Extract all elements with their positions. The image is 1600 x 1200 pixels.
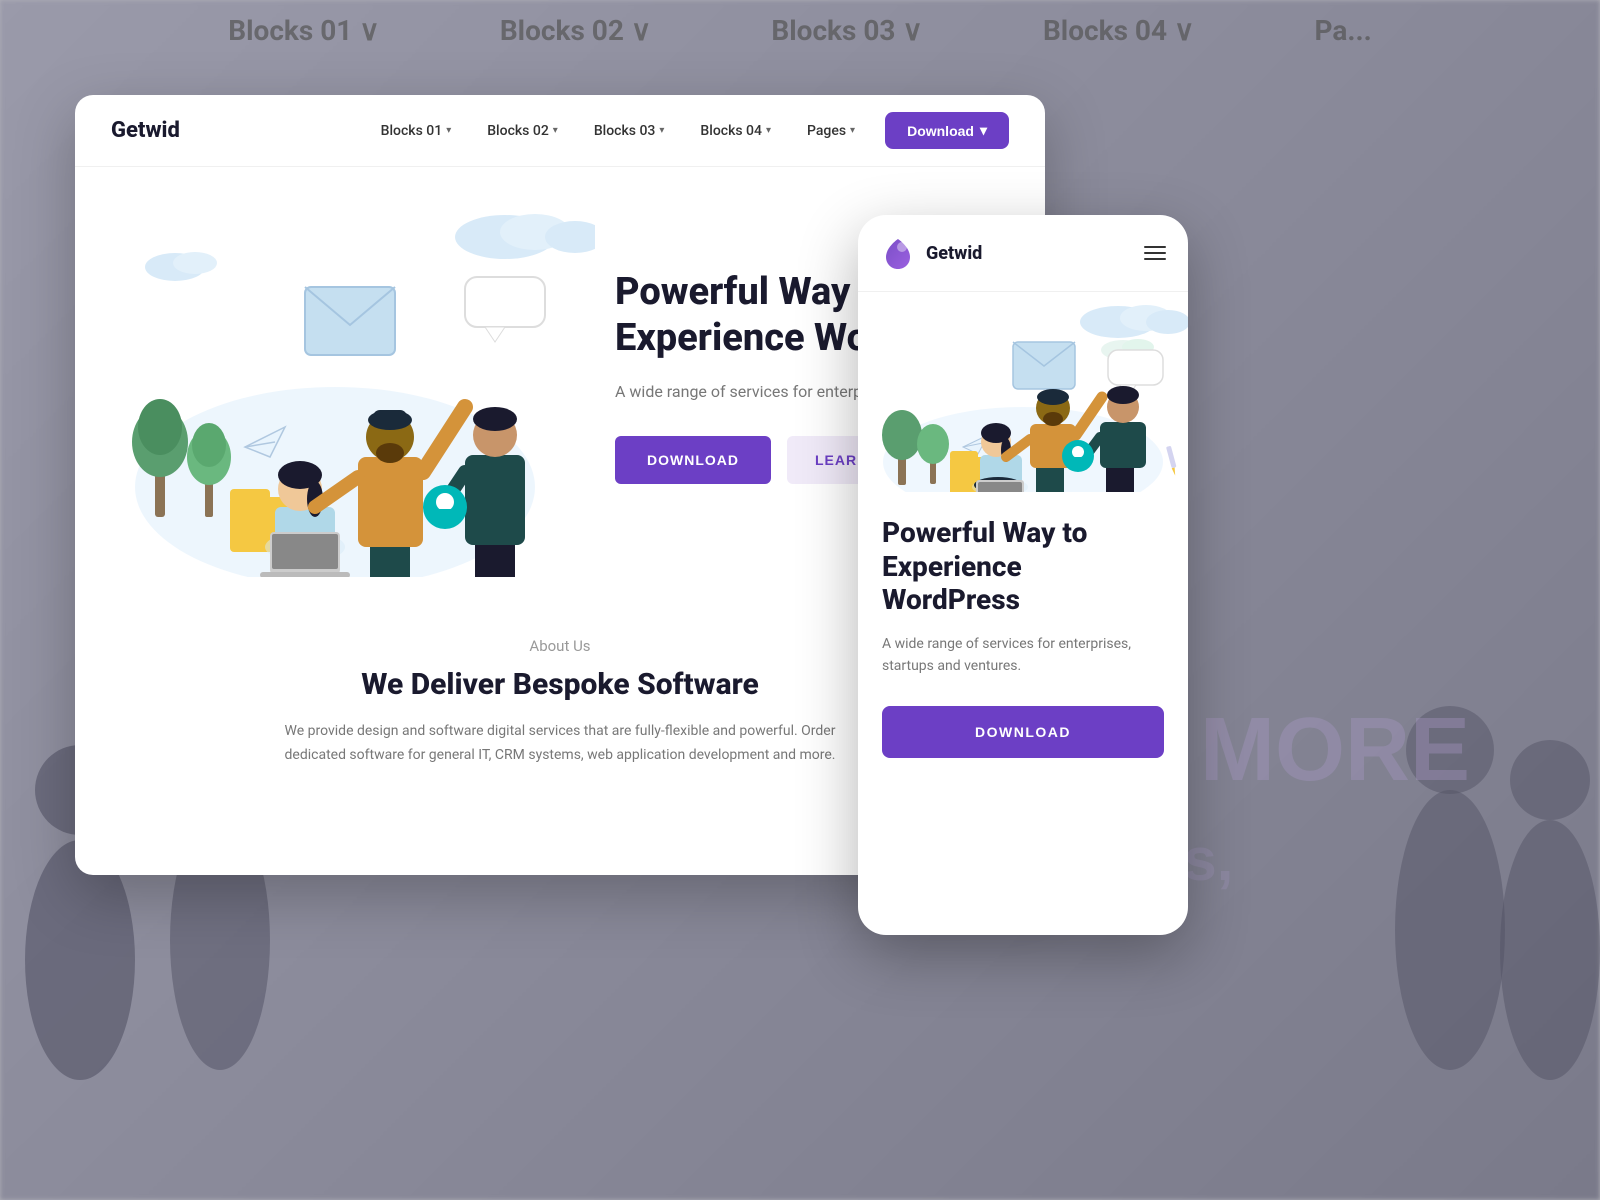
bg-nav-pages: Pa... [1315,14,1372,47]
mobile-menu-button[interactable] [1144,246,1166,260]
nav-download-button[interactable]: Download ▾ [885,112,1009,149]
desktop-navbar: Getwid Blocks 01 ▾ Blocks 02 ▾ Blocks 03… [75,95,1045,167]
mobile-logo-icon [880,235,916,271]
hero-download-button[interactable]: DOWNLOAD [615,436,771,484]
bg-nav-blocks01: Blocks 01 ∨ [228,14,380,47]
chevron-icon: ▾ [766,125,771,136]
nav-item-pages[interactable]: Pages ▾ [793,115,869,147]
mobile-hero-subtitle: A wide range of services for enterprises… [882,633,1164,678]
mobile-hero-illustration [858,292,1188,492]
nav-item-blocks04[interactable]: Blocks 04 ▾ [686,115,785,147]
mobile-card: Getwid [858,215,1188,935]
chevron-icon: ▾ [850,125,855,136]
chevron-down-icon: ▾ [980,122,987,139]
mobile-download-button[interactable]: DOWNLOAD [882,706,1164,758]
mobile-logo-text: Getwid [926,243,1144,264]
hamburger-line-1 [1144,246,1166,248]
desktop-nav-items: Blocks 01 ▾ Blocks 02 ▾ Blocks 03 ▾ Bloc… [367,112,1009,149]
hero-illustration [75,177,595,577]
chevron-icon: ▾ [446,125,451,136]
nav-item-blocks01[interactable]: Blocks 01 ▾ [367,115,466,147]
nav-item-blocks02[interactable]: Blocks 02 ▾ [473,115,572,147]
about-description: We provide design and software digital s… [270,720,850,768]
chevron-icon: ▾ [553,125,558,136]
svg-text:MORE: MORE [1200,700,1470,800]
mobile-hero-title: Powerful Way to Experience WordPress [882,516,1164,617]
bg-nav-blocks03: Blocks 03 ∨ [771,14,923,47]
mobile-hero-text: Powerful Way to Experience WordPress A w… [858,492,1188,678]
nav-item-blocks03[interactable]: Blocks 03 ▾ [580,115,679,147]
hamburger-line-3 [1144,258,1166,260]
background-nav: Blocks 01 ∨ Blocks 02 ∨ Blocks 03 ∨ Bloc… [0,0,1600,60]
desktop-logo: Getwid [111,118,180,143]
mobile-navbar: Getwid [858,215,1188,292]
bg-nav-blocks04: Blocks 04 ∨ [1043,14,1195,47]
bg-nav-blocks02: Blocks 02 ∨ [500,14,652,47]
chevron-icon: ▾ [659,125,664,136]
hamburger-line-2 [1144,252,1166,254]
